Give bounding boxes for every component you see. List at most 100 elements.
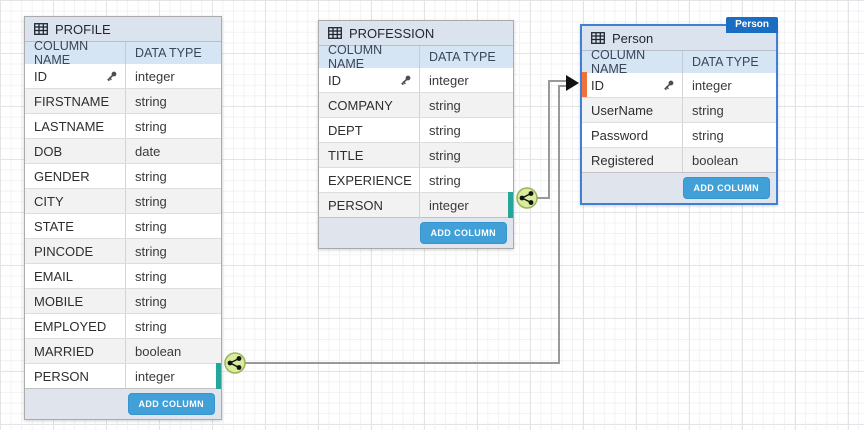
column-row[interactable]: EMAILstring — [25, 263, 221, 288]
data-type-cell: string — [125, 189, 221, 213]
column-name-cell: Password — [582, 123, 682, 147]
column-name-cell: DOB — [25, 139, 125, 163]
column-row[interactable]: EXPERIENCEstring — [319, 167, 513, 192]
foreign-key-port-marker[interactable] — [216, 363, 221, 389]
foreign-key-port-marker[interactable] — [508, 192, 513, 218]
header-data-type: DATA TYPE — [682, 51, 776, 73]
column-name-cell: EXPERIENCE — [319, 168, 419, 192]
column-row[interactable]: CITYstring — [25, 188, 221, 213]
column-name-cell: Registered — [582, 148, 682, 172]
column-row[interactable]: Registeredboolean — [582, 147, 776, 172]
primary-key-icon — [662, 79, 675, 92]
header-column-name: COLUMN NAME — [582, 51, 682, 73]
column-name-cell: PINCODE — [25, 239, 125, 263]
column-row[interactable]: PERSONinteger — [319, 192, 513, 217]
data-type-cell: string — [125, 164, 221, 188]
entity-table-profile[interactable]: PROFILE COLUMN NAME DATA TYPE IDintegerF… — [24, 16, 222, 420]
column-rows: IDintegerUserNamestringPasswordstringReg… — [582, 73, 776, 172]
column-row[interactable]: IDinteger — [25, 64, 221, 88]
column-row[interactable]: COMPANYstring — [319, 92, 513, 117]
relationship-line-profession-person[interactable] — [527, 81, 567, 198]
header-column-name: COLUMN NAME — [25, 42, 125, 64]
column-row[interactable]: STATEstring — [25, 213, 221, 238]
column-rows: IDintegerCOMPANYstringDEPTstringTITLEstr… — [319, 68, 513, 217]
table-title: PROFILE — [55, 22, 111, 37]
data-type-cell: date — [125, 139, 221, 163]
column-name-cell: EMPLOYED — [25, 314, 125, 338]
column-row[interactable]: UserNamestring — [582, 97, 776, 122]
referenced-key-port-marker[interactable] — [582, 72, 587, 98]
data-type-cell: boolean — [125, 339, 221, 363]
column-row[interactable]: GENDERstring — [25, 163, 221, 188]
connector-node-profession[interactable] — [517, 188, 537, 208]
add-column-button[interactable]: ADD COLUMN — [420, 222, 508, 244]
data-type-cell: string — [125, 314, 221, 338]
column-row[interactable]: DOBdate — [25, 138, 221, 163]
column-name-cell: ID — [582, 73, 682, 97]
data-type-cell: boolean — [682, 148, 776, 172]
column-name-cell: DEPT — [319, 118, 419, 142]
data-type-cell: integer — [419, 68, 513, 92]
column-row[interactable]: Passwordstring — [582, 122, 776, 147]
connector-node-profile[interactable] — [225, 353, 245, 373]
column-row[interactable]: MOBILEstring — [25, 288, 221, 313]
add-column-button[interactable]: ADD COLUMN — [683, 177, 771, 199]
column-name-cell: ID — [25, 64, 125, 88]
data-type-cell: string — [125, 289, 221, 313]
column-name-cell: PERSON — [319, 193, 419, 217]
column-name-cell: TITLE — [319, 143, 419, 167]
data-type-cell: string — [419, 168, 513, 192]
column-name-cell: COMPANY — [319, 93, 419, 117]
header-data-type: DATA TYPE — [125, 42, 221, 64]
table-footer: ADD COLUMN — [25, 388, 221, 419]
relationship-arrowhead-icon — [566, 75, 579, 91]
column-row[interactable]: FIRSTNAMEstring — [25, 88, 221, 113]
column-row[interactable]: MARRIEDboolean — [25, 338, 221, 363]
column-row[interactable]: PERSONinteger — [25, 363, 221, 388]
entity-table-profession[interactable]: PROFESSION COLUMN NAME DATA TYPE IDinteg… — [318, 20, 514, 249]
column-name-cell: UserName — [582, 98, 682, 122]
data-type-cell: integer — [419, 193, 513, 217]
data-type-cell: string — [419, 143, 513, 167]
table-grid-icon — [591, 32, 605, 44]
crows-foot-icon — [522, 194, 531, 203]
column-name-cell: PERSON — [25, 364, 125, 388]
column-name-cell: MOBILE — [25, 289, 125, 313]
data-type-cell: integer — [682, 73, 776, 97]
table-grid-icon — [328, 27, 342, 39]
data-type-cell: string — [125, 89, 221, 113]
header-column-name: COLUMN NAME — [319, 46, 419, 68]
table-title: PROFESSION — [349, 26, 434, 41]
data-type-cell: string — [125, 114, 221, 138]
column-headers: COLUMN NAME DATA TYPE — [319, 46, 513, 68]
column-row[interactable]: LASTNAMEstring — [25, 113, 221, 138]
column-name-cell: EMAIL — [25, 264, 125, 288]
add-column-button[interactable]: ADD COLUMN — [128, 393, 216, 415]
table-name-badge: Person — [726, 17, 778, 33]
primary-key-icon — [399, 74, 412, 87]
data-type-cell: string — [125, 239, 221, 263]
data-type-cell: string — [419, 93, 513, 117]
entity-table-person[interactable]: Person Person COLUMN NAME DATA TYPE IDin… — [580, 24, 778, 205]
column-name-cell: STATE — [25, 214, 125, 238]
column-headers: COLUMN NAME DATA TYPE — [582, 51, 776, 73]
column-row[interactable]: IDinteger — [582, 73, 776, 97]
column-name-cell: FIRSTNAME — [25, 89, 125, 113]
table-footer: ADD COLUMN — [582, 172, 776, 203]
column-name-cell: ID — [319, 68, 419, 92]
column-row[interactable]: PINCODEstring — [25, 238, 221, 263]
data-type-cell: string — [125, 214, 221, 238]
header-data-type: DATA TYPE — [419, 46, 513, 68]
data-type-cell: string — [125, 264, 221, 288]
column-rows: IDintegerFIRSTNAMEstringLASTNAMEstringDO… — [25, 64, 221, 388]
column-row[interactable]: IDinteger — [319, 68, 513, 92]
crows-foot-icon — [230, 359, 239, 368]
data-type-cell: string — [682, 123, 776, 147]
table-title: Person — [612, 31, 653, 46]
data-type-cell: string — [682, 98, 776, 122]
column-row[interactable]: DEPTstring — [319, 117, 513, 142]
table-footer: ADD COLUMN — [319, 217, 513, 248]
column-row[interactable]: TITLEstring — [319, 142, 513, 167]
column-name-cell: LASTNAME — [25, 114, 125, 138]
column-row[interactable]: EMPLOYEDstring — [25, 313, 221, 338]
